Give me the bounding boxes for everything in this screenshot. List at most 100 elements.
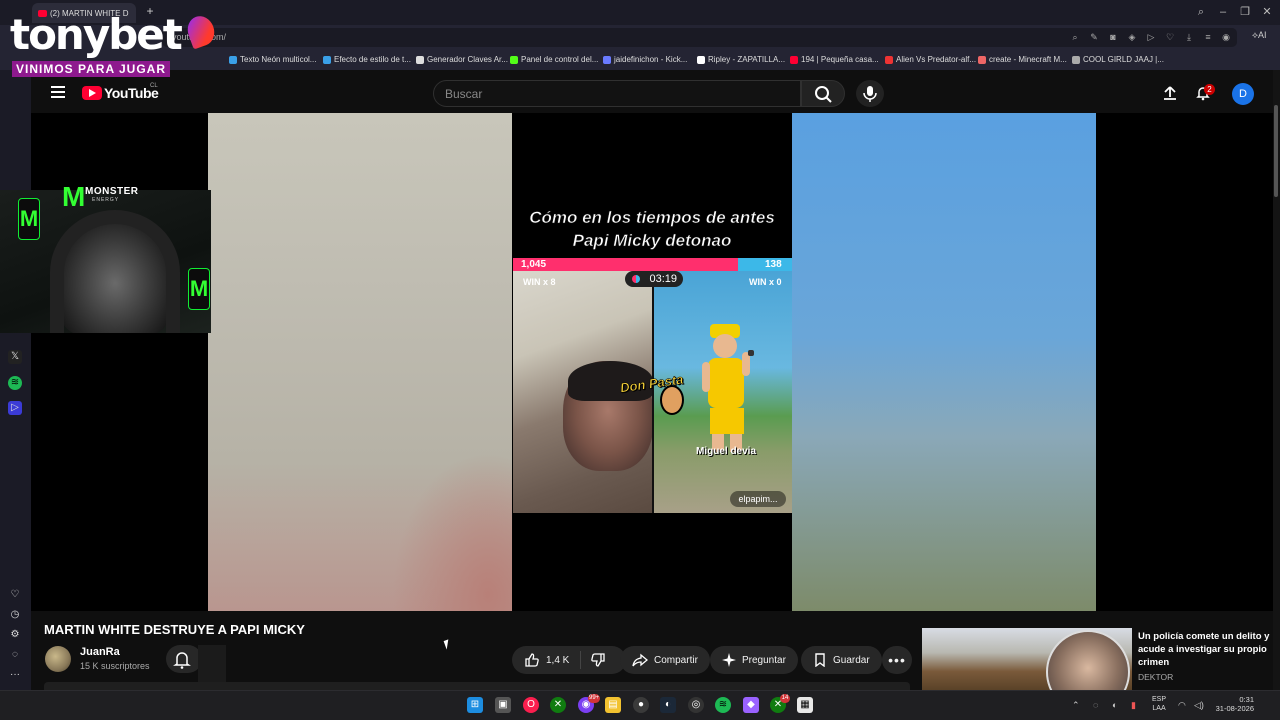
chrome-icon[interactable]: ◎ [688,697,704,713]
subscription-bell-button[interactable] [166,645,202,673]
mouse-cursor [443,639,452,650]
notification-count-badge: 2 [1204,84,1215,95]
subscriber-count: 15 K suscriptores [80,661,150,671]
windows-start-icon[interactable]: ⊞ [467,697,483,713]
bookmark-label: 194 | Pequeña casa... [801,55,879,64]
sponsor-sub: ENERGY [92,197,120,203]
bookmark-item[interactable]: 194 | Pequeña casa... [790,55,879,64]
opera-icon[interactable]: O [523,697,539,713]
more-actions-button[interactable]: ••• [882,646,912,674]
system-clock[interactable]: 0:31 31-08-2026 [1212,695,1254,713]
bookmark-label: jaidefinichon - Kick... [614,55,688,64]
save-button[interactable]: Guardar [801,646,882,674]
aria-icon[interactable]: ▷ [8,401,22,415]
menu-lines-icon[interactable]: ≡ [1202,31,1214,43]
task-view-icon[interactable]: ▣ [495,697,511,713]
steam-icon[interactable]: ◐ [660,697,676,713]
video-caption-line1: Cómo en los tiempos de antes [529,208,775,228]
calendar-icon[interactable]: ▦ [797,697,813,713]
bookmark-label: create - Minecraft M... [989,55,1067,64]
description-box[interactable] [44,682,910,690]
bookmark-item[interactable]: Panel de control del... [510,55,598,64]
bookmark-favicon-icon [603,55,611,64]
bookmark-icon [815,653,825,667]
profile-icon[interactable]: ◉ [1220,31,1232,43]
file-explorer-icon[interactable]: ▤ [605,697,621,713]
bookmark-favicon-icon [1072,55,1080,64]
country-code: CL [150,83,158,89]
shield-icon[interactable]: ◈ [1126,31,1138,43]
bookmark-item[interactable]: create - Minecraft M... [978,55,1067,64]
spotify-icon[interactable]: ≋ [8,376,22,390]
scrollbar-thumb[interactable] [1274,105,1278,197]
bookmark-item[interactable]: Alien Vs Predator-alf... [885,55,976,64]
share-button[interactable]: Compartir [620,646,710,674]
ask-button[interactable]: Preguntar [710,646,798,674]
minimize-button[interactable]: – [1215,4,1231,20]
settings-gear-icon[interactable]: ⚙ [8,628,22,642]
download-icon[interactable]: ⤓ [1183,31,1195,43]
recommended-video-channel[interactable]: DEKTOR [1138,672,1173,682]
tiktok-username: elpapim... [730,491,786,507]
close-window-button[interactable]: ✕ [1259,4,1275,20]
like-dislike-divider [580,651,581,669]
video-caption-line2: Papi Micky detonao [572,231,732,251]
keyboard-language[interactable]: ESP LAA [1152,695,1166,713]
recommended-video-title[interactable]: Un policía comete un delito y acude a in… [1138,630,1270,669]
thumbs-down-icon [591,653,605,667]
upload-icon[interactable] [1162,85,1178,101]
camera-icon[interactable]: ◙ [1107,31,1119,43]
tray-expand-icon[interactable]: ⌃ [1072,700,1080,711]
recommended-video-thumbnail[interactable] [922,628,1132,690]
account-avatar[interactable]: D [1232,83,1254,105]
bookmark-item[interactable]: Ripley - ZAPATILLA... [697,55,785,64]
share-icon [632,653,648,667]
lightbulb-icon[interactable]: ◌ [8,648,22,662]
heart-icon[interactable]: ♡ [8,588,22,602]
app-icon[interactable]: ◆ [743,697,759,713]
channel-avatar[interactable] [45,646,71,672]
bookmark-item[interactable]: COOL GIRLD JAAJ |... [1072,55,1164,64]
bookmark-item[interactable]: jaidefinichon - Kick... [603,55,687,64]
bookmark-label: COOL GIRLD JAAJ |... [1083,55,1164,64]
maximize-button[interactable]: ❐ [1237,4,1253,20]
battle-score-right: 138 [765,259,782,270]
search-tabs-icon[interactable]: ⌕ [1193,4,1209,20]
spotify-icon[interactable]: ≋ [715,697,731,713]
youtube-logo-icon[interactable] [82,86,102,100]
blurred-background-right [792,113,1096,611]
x-twitter-icon[interactable]: 𝕏 [8,350,22,364]
xbox-icon[interactable]: ✕ [550,697,566,713]
bookmark-label: Generador Claves Ar... [427,55,508,64]
history-icon[interactable]: ◷ [8,608,22,622]
play-icon[interactable]: ▷ [1145,31,1157,43]
search-button[interactable] [801,80,845,107]
dislike-button[interactable] [582,646,614,674]
more-dots-icon[interactable]: ··· [8,668,22,682]
bookmark-favicon-icon [697,55,705,64]
bookmark-item[interactable]: Texto Neón multicol... [229,55,316,64]
bell-icon [173,652,191,669]
heart-icon[interactable]: ♡ [1164,31,1176,43]
channel-name[interactable]: JuanRa [80,646,120,658]
bookmark-item[interactable]: Efecto de estilo de t... [323,55,411,64]
battle-score-left: 1,045 [521,259,547,270]
ai-label: AI [1257,30,1267,40]
monster-can-icon: M [188,268,210,310]
tray-mic-icon[interactable]: ▮ [1131,700,1136,711]
obs-icon[interactable]: ● [633,697,649,713]
voice-search-button[interactable] [856,80,884,107]
share-label: Compartir [654,654,698,666]
hamburger-menu-icon[interactable] [51,86,65,98]
bookmark-item[interactable]: Generador Claves Ar... [416,55,508,64]
monster-can-icon: M [18,198,40,240]
search-input[interactable] [433,80,801,107]
search-placeholder: Buscar [445,87,483,101]
tray-app-icon[interactable]: ◌ [1093,700,1098,710]
wifi-icon[interactable]: ◠ [1178,700,1186,711]
zoom-icon[interactable]: ⌕ [1069,31,1081,43]
edit-icon[interactable]: ✎ [1088,31,1100,43]
ai-button[interactable]: ⟡AI [1252,30,1266,41]
volume-icon[interactable]: ◁) [1194,700,1204,711]
tray-steam-icon[interactable]: ◐ [1112,700,1117,710]
